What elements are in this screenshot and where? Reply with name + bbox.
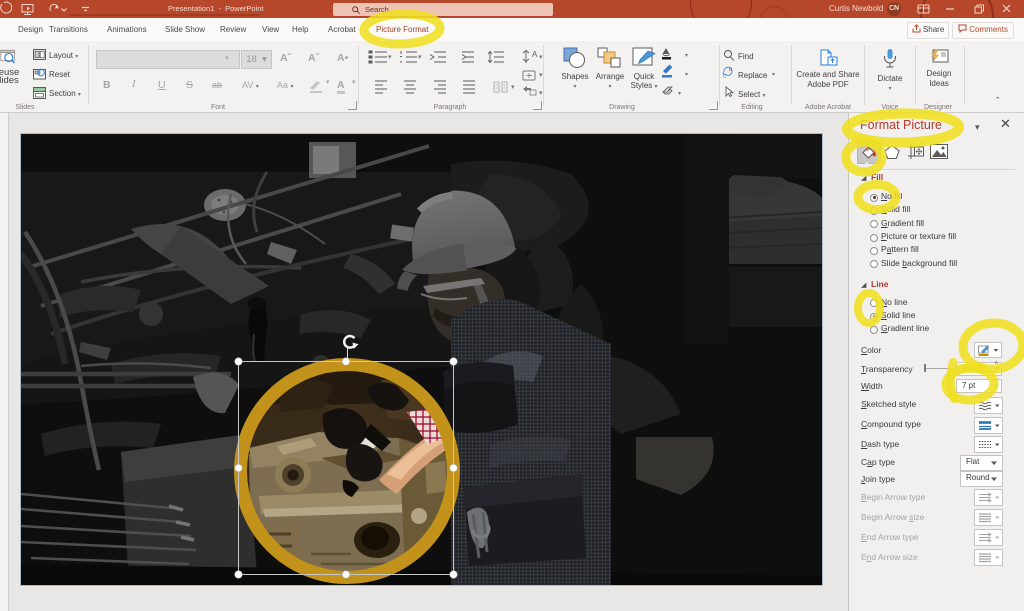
- svg-text:P: P: [866, 148, 870, 154]
- svg-text:▾: ▾: [388, 54, 392, 61]
- svg-text:▾: ▾: [539, 90, 543, 97]
- svg-text:▾: ▾: [539, 54, 543, 61]
- svg-text:▾: ▾: [539, 72, 543, 79]
- svg-text:A: A: [532, 50, 538, 59]
- svg-text:c: c: [723, 74, 726, 80]
- svg-text:▾: ▾: [511, 84, 515, 91]
- svg-text:▾: ▾: [418, 54, 422, 61]
